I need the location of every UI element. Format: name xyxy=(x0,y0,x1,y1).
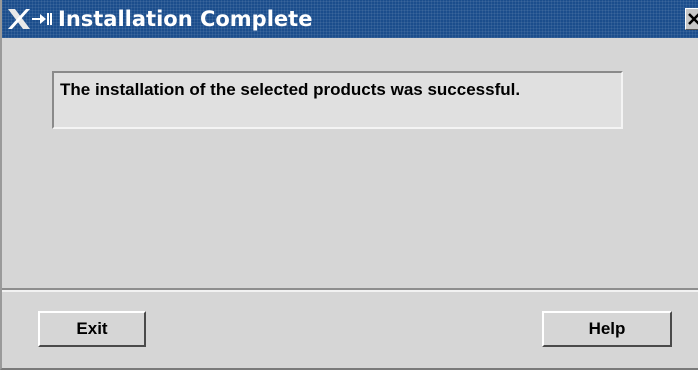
installation-dialog: Installation Complete The installation o… xyxy=(0,0,698,370)
help-button[interactable]: Help xyxy=(542,311,672,347)
success-message: The installation of the selected product… xyxy=(60,80,521,99)
window-title: Installation Complete xyxy=(58,7,313,31)
message-panel: The installation of the selected product… xyxy=(52,71,623,129)
minimize-icon[interactable] xyxy=(32,12,54,26)
separator xyxy=(2,288,698,292)
exit-button[interactable]: Exit xyxy=(38,311,146,347)
close-icon xyxy=(688,13,698,25)
x-logo-icon[interactable] xyxy=(6,7,32,31)
title-bar[interactable]: Installation Complete xyxy=(2,0,698,38)
close-button[interactable] xyxy=(685,8,698,30)
